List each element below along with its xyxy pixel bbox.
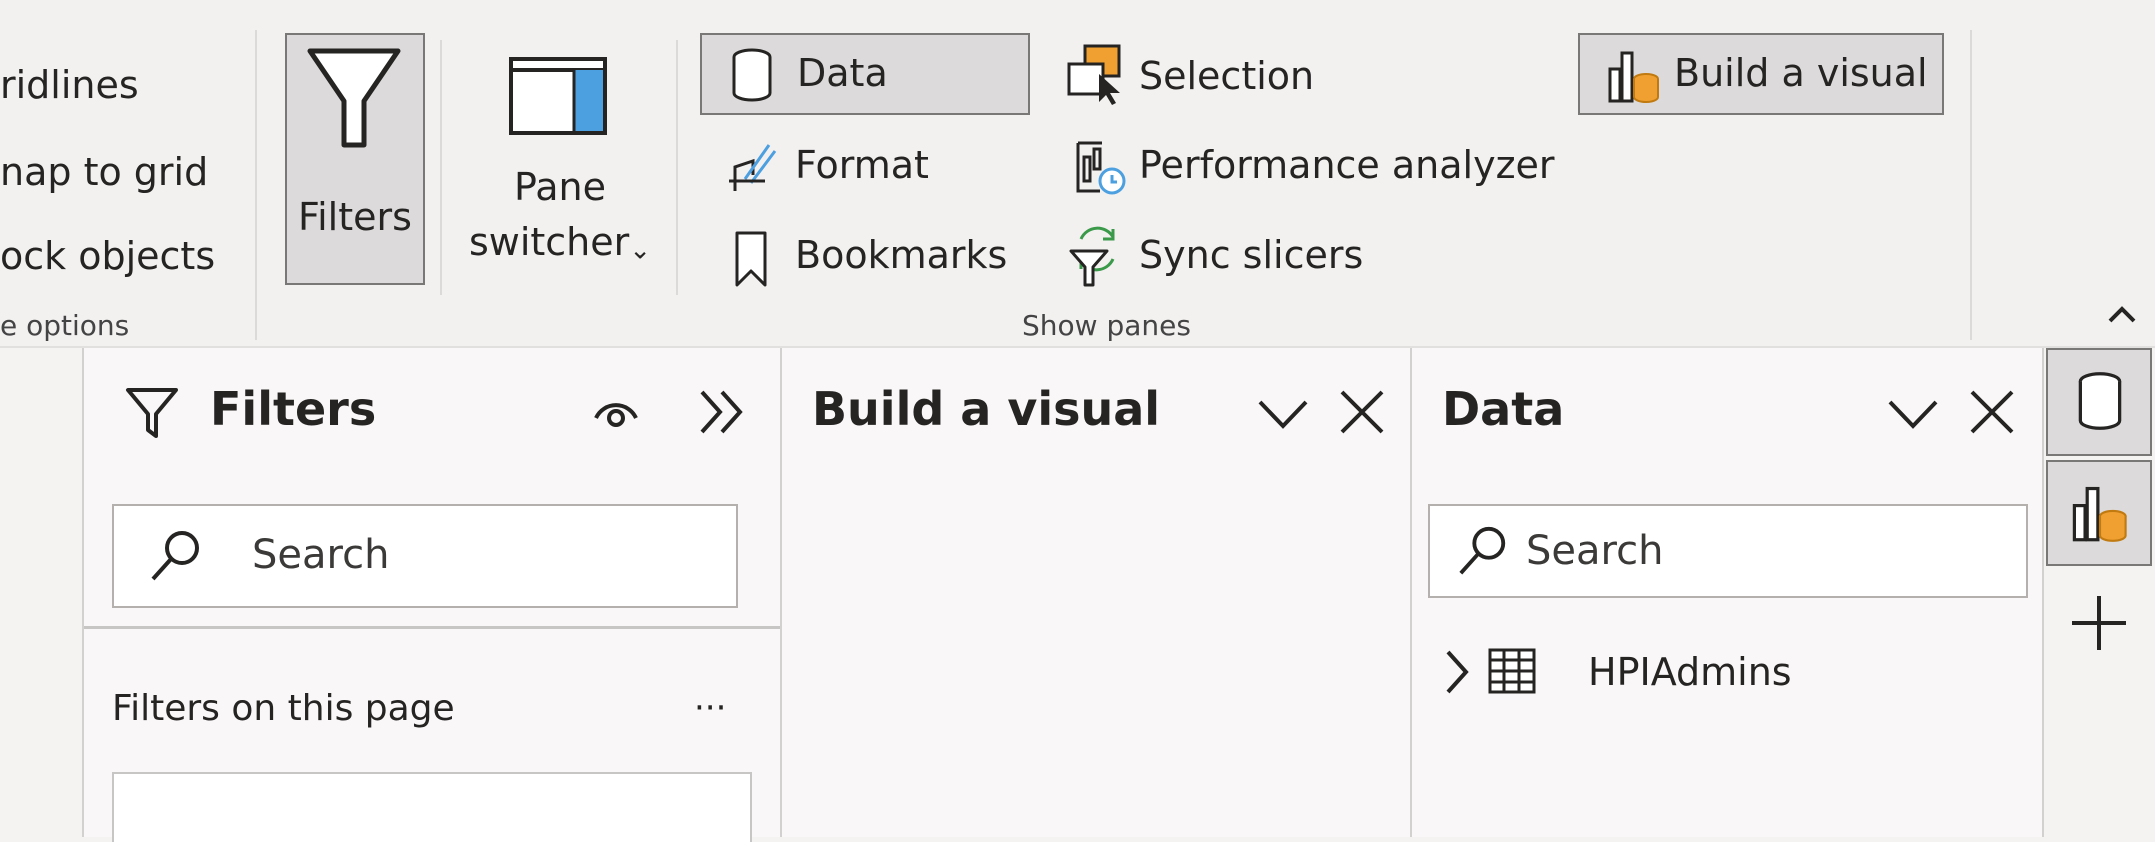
build-visual-collapse-button[interactable] (1256, 390, 1310, 438)
more-options-button[interactable]: ··· (694, 688, 726, 728)
pane-switcher-button[interactable]: Pane switcher⌄ (455, 40, 665, 280)
data-search-box[interactable]: Search (1428, 504, 2028, 598)
table-icon (1488, 648, 1536, 694)
performance-analyzer-icon (1076, 141, 1126, 195)
plus-icon (2072, 596, 2126, 650)
bookmarks-pane-toggle-label: Bookmarks (795, 233, 1008, 277)
build-visual-pane-title: Build a visual (812, 382, 1161, 436)
build-visual-pane: Build a visual (782, 348, 1410, 837)
close-icon (1970, 390, 2014, 434)
sync-slicers-toggle-label: Sync slicers (1139, 233, 1364, 277)
filter-visibility-button[interactable] (592, 388, 640, 436)
chevron-down-icon (1888, 400, 1938, 429)
filters-divider (84, 626, 780, 629)
collapse-ribbon-button[interactable] (2102, 295, 2142, 335)
database-icon (732, 48, 772, 102)
close-icon (1340, 390, 1384, 434)
build-visual-tab[interactable] (2046, 460, 2152, 566)
filters-pane: Filters Search Filters on this page ··· (84, 348, 780, 842)
gridlines-option[interactable]: ridlines (0, 63, 139, 107)
data-pane-collapse-button[interactable] (1886, 390, 1940, 438)
data-pane-close-button[interactable] (1968, 388, 2016, 436)
selection-pane-toggle-label: Selection (1139, 54, 1315, 98)
performance-analyzer-toggle[interactable]: Performance analyzer (1070, 135, 1555, 205)
filters-button[interactable]: Filters (285, 33, 425, 285)
filter-icon (307, 48, 401, 148)
pane-switcher-label-line1: Pane (514, 165, 606, 209)
build-visual-toggle-label: Build a visual (1674, 51, 1928, 95)
ribbon-separator (255, 30, 257, 340)
lock-objects-option[interactable]: ock objects (0, 234, 215, 278)
snap-to-grid-option[interactable]: nap to grid (0, 150, 208, 194)
filters-search-input[interactable]: Search (252, 532, 389, 578)
data-pane-toggle-label: Data (797, 51, 888, 95)
filters-on-page-header: Filters on this page (112, 688, 455, 729)
sync-slicers-toggle[interactable]: Sync slicers (1065, 225, 1375, 295)
collapse-filters-button[interactable] (696, 386, 748, 438)
build-visual-close-button[interactable] (1338, 388, 1386, 436)
bookmark-icon (735, 231, 767, 287)
table-name: HPIAdmins (1588, 650, 1792, 694)
database-icon (2078, 372, 2122, 430)
data-search-input[interactable]: Search (1526, 528, 1663, 574)
chevron-down-icon: ⌄ (629, 235, 652, 266)
selection-pane-toggle[interactable]: Selection (1065, 42, 1325, 112)
format-pane-toggle[interactable]: Format (725, 135, 985, 205)
build-visual-icon (1608, 51, 1659, 103)
data-pane-toggle[interactable]: Data (700, 33, 1030, 115)
double-chevron-right-icon (700, 390, 743, 434)
selection-icon (1067, 44, 1121, 105)
chevron-up-icon (2108, 306, 2136, 323)
pane-switcher-label-line2: switcher (468, 220, 630, 264)
filters-search-box[interactable]: Search (112, 504, 738, 608)
show-panes-group-label: Show panes (1022, 309, 1191, 342)
ribbon-separator (1970, 30, 1972, 340)
data-pane-title: Data (1442, 382, 1565, 436)
format-pane-toggle-label: Format (795, 143, 929, 187)
eye-icon (594, 403, 638, 427)
data-pane-tab[interactable] (2046, 348, 2152, 456)
chevron-right-icon (1446, 650, 1469, 694)
pane-switcher-label-row: switcher⌄ (455, 220, 665, 266)
performance-analyzer-toggle-label: Performance analyzer (1139, 143, 1555, 187)
ribbon: ridlines nap to grid ock objects e optio… (0, 0, 2155, 347)
format-brush-icon (729, 144, 777, 191)
search-icon (1459, 526, 1506, 575)
ribbon-separator (676, 40, 678, 295)
bookmarks-pane-toggle[interactable]: Bookmarks (725, 225, 1015, 295)
build-visual-icon (2072, 486, 2127, 542)
add-fields-drop-well[interactable] (112, 772, 752, 842)
filters-button-label: Filters (298, 195, 412, 239)
filter-icon (126, 388, 178, 438)
add-pane-button[interactable] (2066, 590, 2132, 656)
table-row-hpiadmins[interactable]: HPIAdmins (1442, 642, 1862, 702)
report-canvas[interactable] (0, 348, 82, 837)
filters-pane-title: Filters (210, 382, 377, 436)
data-pane: Data Search HPIAdmins (1412, 348, 2042, 837)
page-options-group-label: e options (0, 309, 130, 342)
build-visual-toggle[interactable]: Build a visual (1578, 33, 1944, 115)
sync-slicers-icon (1069, 226, 1115, 287)
pane-switcher-icon (509, 57, 607, 135)
pane-switcher-rail (2044, 348, 2155, 837)
chevron-down-icon (1258, 400, 1308, 429)
search-icon (151, 531, 199, 581)
ribbon-separator (440, 40, 442, 295)
